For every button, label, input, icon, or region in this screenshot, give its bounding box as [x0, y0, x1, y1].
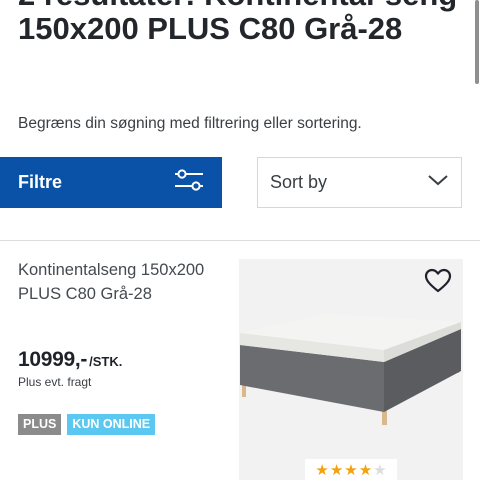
- plus-badge: PLUS: [18, 414, 62, 435]
- star-filled-icon: ★: [329, 462, 344, 479]
- sliders-icon: [173, 167, 205, 198]
- badge-row: PLUS KUN ONLINE: [18, 414, 156, 435]
- chevron-down-icon: [427, 173, 449, 192]
- filter-button[interactable]: Filtre: [0, 157, 222, 208]
- filter-button-label: Filtre: [18, 172, 63, 192]
- star-empty-icon: ★: [373, 462, 387, 479]
- star-filled-icon: ★: [358, 462, 373, 479]
- star-filled-icon: ★: [344, 462, 358, 479]
- page-title: 2 resultater: Kontinental-seng 150x200 P…: [18, 0, 457, 46]
- price-unit: /STK.: [89, 354, 123, 369]
- sort-dropdown-label: Sort by: [270, 172, 328, 192]
- product-name-link[interactable]: Kontinentalseng 150x200 PLUS C80 Grå-28: [18, 258, 218, 306]
- results-hint: Begræns din søgning med filtrering eller…: [18, 115, 362, 132]
- heart-icon[interactable]: [424, 268, 452, 299]
- rating-stars: ★ ★ ★ ★ ★: [305, 459, 397, 481]
- shipping-note: Plus evt. fragt: [18, 375, 92, 389]
- sort-dropdown[interactable]: Sort by: [257, 157, 462, 208]
- product-price: 10999,-: [18, 348, 88, 371]
- section-divider: [0, 240, 480, 241]
- online-only-badge: KUN ONLINE: [67, 414, 156, 435]
- page-scrollbar[interactable]: [475, 0, 479, 84]
- price-row: 10999,- /STK.: [18, 348, 122, 372]
- star-filled-icon: ★: [315, 462, 329, 479]
